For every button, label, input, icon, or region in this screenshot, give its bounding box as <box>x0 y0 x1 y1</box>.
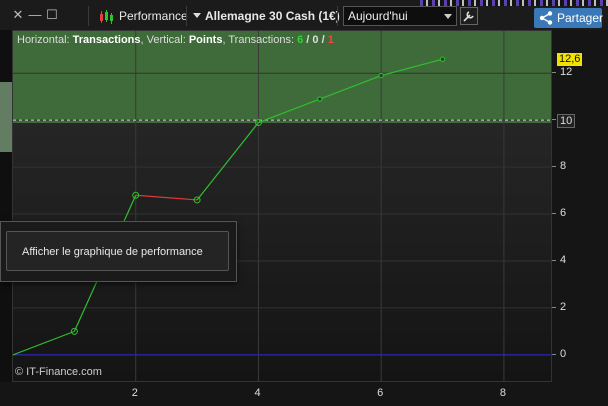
count-separator: / <box>321 34 325 46</box>
wins-count: 6 <box>297 34 304 46</box>
window-title: Performance <box>119 9 188 23</box>
y-tick-label: 8 <box>560 160 567 173</box>
title-separator <box>337 6 338 26</box>
losses-count: 1 <box>327 34 334 46</box>
close-icon[interactable]: ✕ <box>11 7 25 23</box>
wrench-icon <box>463 11 474 22</box>
x-tick-label: 2 <box>131 387 138 399</box>
background-highlight <box>0 82 12 152</box>
data-point <box>317 96 323 102</box>
chart-header: Horizontal: Transactions, Vertical: Poin… <box>17 34 334 46</box>
y-tick-mark <box>552 166 556 168</box>
instrument-dropdown-arrow-icon[interactable] <box>193 13 201 18</box>
y-tick-label: 4 <box>560 253 567 266</box>
vertical-value: Points <box>188 34 223 46</box>
x-tick-label: 8 <box>499 387 507 399</box>
y-tick-label: 6 <box>560 207 567 220</box>
transactions-label: Transactions: <box>228 34 294 46</box>
background-chart-fragment <box>420 0 608 6</box>
horizontal-value: Transactions <box>72 34 141 46</box>
instrument-name[interactable]: Allemagne 30 Cash (1€) <box>205 6 340 26</box>
performance-chart <box>13 31 551 381</box>
share-label: Partager <box>557 11 604 25</box>
y-tick-mark <box>552 213 556 215</box>
background-chart-strip <box>0 30 12 382</box>
minimize-icon[interactable]: — <box>28 7 42 23</box>
performance-plot-area[interactable]: Horizontal: Transactions, Vertical: Poin… <box>12 30 552 382</box>
series-segment <box>13 330 75 356</box>
x-axis[interactable]: 2 4 6 8 <box>12 382 552 406</box>
horizontal-label: Horizontal: <box>17 34 70 46</box>
settings-button[interactable] <box>460 7 478 25</box>
data-point <box>378 72 384 79</box>
period-value: Aujourd'hui <box>348 9 408 23</box>
series-segment <box>258 98 321 124</box>
share-icon <box>539 11 553 25</box>
watermark: © IT-Finance.com <box>15 366 102 378</box>
y-tick-mark <box>552 306 556 308</box>
candlestick-chart-icon <box>100 10 113 24</box>
series-segment <box>319 75 382 100</box>
share-button[interactable]: Partager <box>534 8 604 28</box>
reference-level-badge: 10 <box>557 114 576 128</box>
chevron-down-icon <box>444 14 452 19</box>
y-tick-mark <box>552 353 556 355</box>
y-tick-mark <box>552 72 556 74</box>
vertical-label: Vertical: <box>146 34 186 46</box>
series-segment <box>196 122 259 201</box>
title-separator <box>186 6 187 26</box>
y-tick-mark <box>552 119 556 121</box>
y-tick-label: 0 <box>560 347 567 360</box>
y-tick-mark <box>552 259 556 261</box>
maximize-icon[interactable]: ☐ <box>45 7 59 23</box>
show-performance-chart-button[interactable]: Afficher le graphique de performance <box>6 231 229 271</box>
y-axis[interactable]: 0 2 4 6 8 10 12 <box>552 30 608 382</box>
context-popup: Afficher le graphique de performance <box>0 221 237 282</box>
data-point <box>439 56 446 62</box>
current-value-badge: 12,6 <box>557 53 583 66</box>
x-tick-label: 6 <box>377 387 384 399</box>
y-tick-label: 12 <box>560 66 573 79</box>
period-select[interactable]: Aujourd'hui <box>343 6 457 26</box>
title-separator <box>88 6 89 26</box>
y-tick-label: 2 <box>560 300 567 313</box>
neutral-count: 0 <box>312 34 319 46</box>
count-separator: / <box>306 34 310 46</box>
series-segment <box>135 194 198 201</box>
performance-window: ✕ — ☐ Performance Allemagne 30 Cash (1€)… <box>0 0 608 406</box>
x-tick-label: 4 <box>254 387 261 399</box>
